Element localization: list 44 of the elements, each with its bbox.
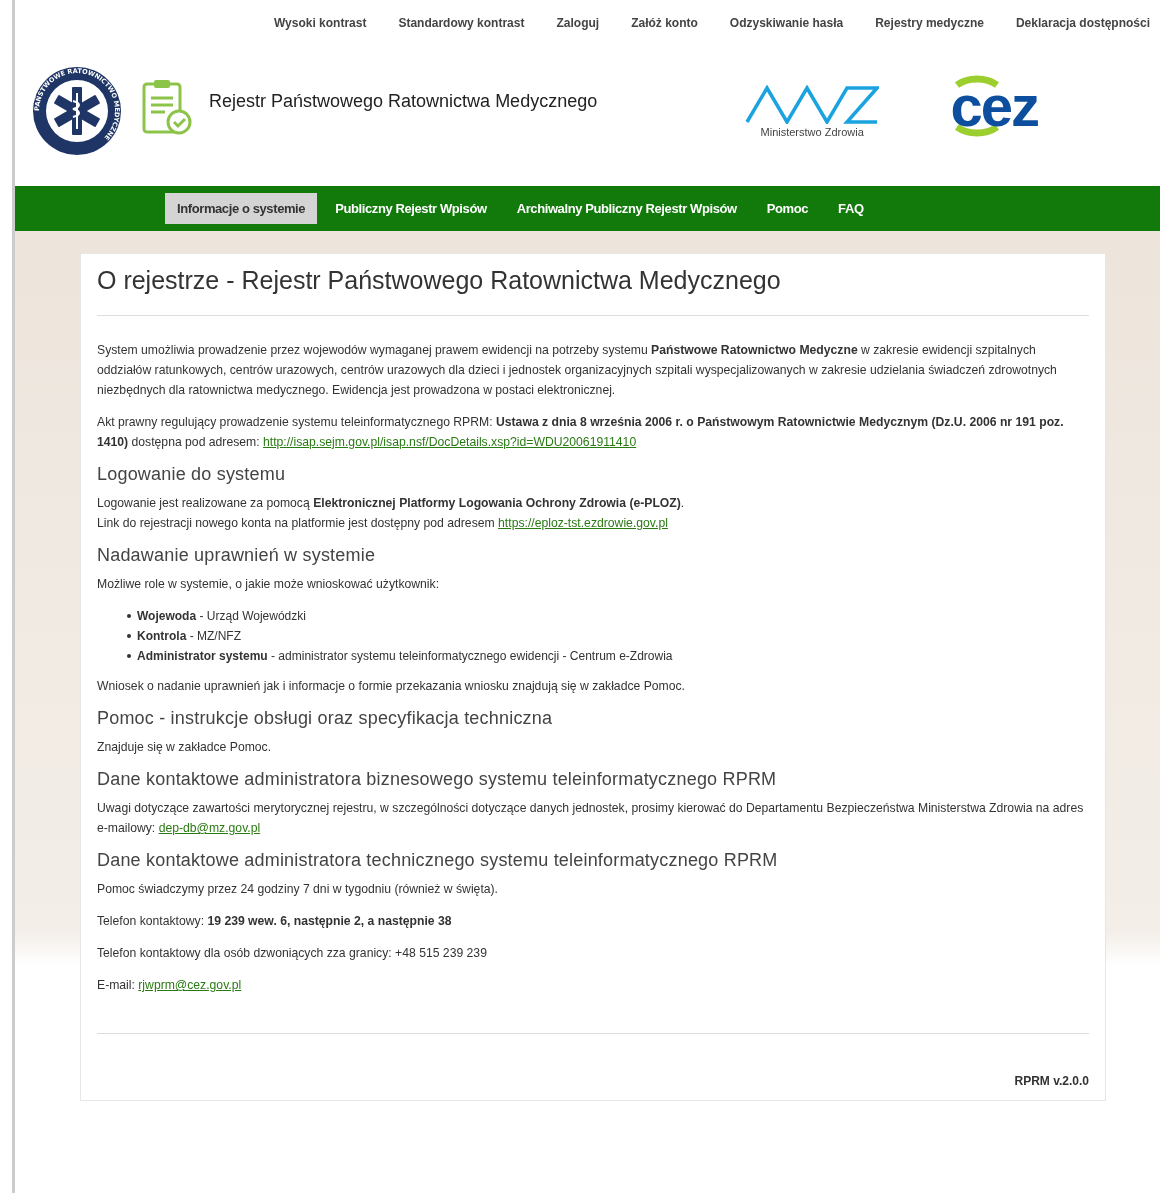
- section-heading: Dane kontaktowe administratora technicznego systemu teleinformatycznego RPRM: [97, 850, 779, 871]
- top-link[interactable]: Załóż konto: [631, 16, 698, 46]
- paragraph: Telefon kontaktowy dla osób dzwoniących zza granicy: +48 515 239 239: [97, 945, 488, 962]
- paragraph: Wniosek o nadanie uprawnień jak i informacje o formie przekazania wniosku znajdują się w zakładce Pomoc.: [97, 678, 686, 695]
- paragraph: E-mail: rjwprm@cez.gov.pl: [97, 977, 243, 994]
- paragraph: Uwagi dotyczące zawartości merytorycznej rejestru, w szczególności dotyczące danych jednostek, prosimy kierować do Departamentu Bezpieczeństwa Ministerstwa Zdrowia na adres e-mailowy: dep-db@mz.gov.pl: [97, 800, 1085, 837]
- link[interactable]: http://isap.sejm.gov.pl/isap.nsf/DocDetails.xsp?id=WDU20061911410: [263, 435, 637, 449]
- nav-tab[interactable]: Publiczny Rejestr Wpisów: [323, 193, 499, 224]
- paragraph: Logowanie jest realizowane za pomocą Elektronicznej Platformy Logowania Ochrony Zdrowia (e-PLOZ). Link do rejestracji nowego konta na platformie jest dostępny pod adresem https://eploz-tst.ezdrowie.gov.pl: [97, 495, 686, 532]
- nav-tab[interactable]: FAQ: [826, 193, 876, 224]
- page-title: O rejestrze - Rejestr Państwowego Ratownictwa Medycznego: [97, 266, 782, 295]
- nav-tab[interactable]: Informacje o systemie: [165, 193, 318, 224]
- nav-tab[interactable]: Pomoc: [754, 193, 821, 224]
- version-label: RPRM v.2.0.0: [1013, 1074, 1089, 1088]
- top-link[interactable]: Wysoki kontrast: [273, 16, 367, 46]
- bullet-icon: [127, 634, 131, 638]
- paragraph: Pomoc świadczymy przez 24 godziny 7 dni w tygodniu (również w święta).: [97, 881, 499, 898]
- list-item: Kontrola - MZ/NFZ: [137, 628, 241, 645]
- cez-logo: cez: [949, 72, 1039, 140]
- paragraph: Możliwe role w systemie, o jakie może wnioskować użytkownik:: [97, 576, 441, 593]
- link[interactable]: dep-db@mz.gov.pl: [158, 821, 261, 835]
- bullet-icon: [127, 614, 131, 618]
- list-item: Wojewoda - Urząd Wojewódzki: [137, 608, 306, 625]
- ministry-logo: Ministerstwo Zdrowia: [745, 84, 880, 138]
- link[interactable]: https://eploz-tst.ezdrowie.gov.pl: [498, 516, 668, 530]
- paragraph: Akt prawny regulujący prowadzenie systemu teleinformatycznego RPRM: Ustawa z dnia 8 września 2006 r. o Państwowym Ratownictwie Medycznym (Dz.U. 2006 nr 191 poz. 1410) dostępna pod adresem: http://isap.sejm.gov.pl/isap.nsf/DocDetails.xsp?id=WDU20061911410: [97, 414, 1065, 451]
- section-heading: Pomoc - instrukcje obsługi oraz specyfikacja techniczna: [97, 708, 554, 729]
- link[interactable]: rjwprm@cez.gov.pl: [138, 978, 242, 992]
- nav-tab[interactable]: Archiwalny Publiczny Rejestr Wpisów: [504, 193, 749, 224]
- paragraph: Znajduje się w zakładce Pomoc.: [97, 739, 273, 756]
- top-link[interactable]: Rejestry medyczne: [875, 16, 984, 46]
- paragraph: System umożliwia prowadzenie przez wojewodów wymaganej prawem ewidencji na potrzeby systemu Państwowe Ratownictwo Medyczne w zakresie ewidencji szpitalnych oddziałów ratunkowych, centrów urazowych, centrów urazowych dla dzieci i jednostek organizacyjnych szpitali wyspecjalizowanych w zakresie udzielania świadczeń zdrowotnych niezbędnych dla ratownictwa medycznego. Ewidencja jest prowadzona w postaci elektronicznej.: [97, 342, 1058, 399]
- section-heading: Logowanie do systemu: [97, 464, 287, 485]
- clipboard-check-icon: [141, 78, 193, 136]
- section-heading: Nadawanie uprawnień w systemie: [97, 545, 377, 566]
- top-link[interactable]: Standardowy kontrast: [398, 16, 525, 46]
- top-link[interactable]: Odzyskiwanie hasła: [729, 16, 844, 46]
- site-title: Rejestr Państwowego Ratownictwa Medycznego: [209, 90, 598, 112]
- top-link[interactable]: Zaloguj: [556, 16, 600, 46]
- top-link[interactable]: Deklaracja dostępności: [1015, 16, 1150, 46]
- list-item: Administrator systemu - administrator systemu teleinformatycznego ewidencji - Centrum e-Zdrowia: [137, 648, 673, 665]
- paragraph: Telefon kontaktowy: 19 239 wew. 6, następnie 2, a następnie 38: [97, 913, 453, 930]
- bullet-icon: [127, 654, 131, 658]
- section-heading: Dane kontaktowe administratora biznesowego systemu teleinformatycznego RPRM: [97, 769, 778, 790]
